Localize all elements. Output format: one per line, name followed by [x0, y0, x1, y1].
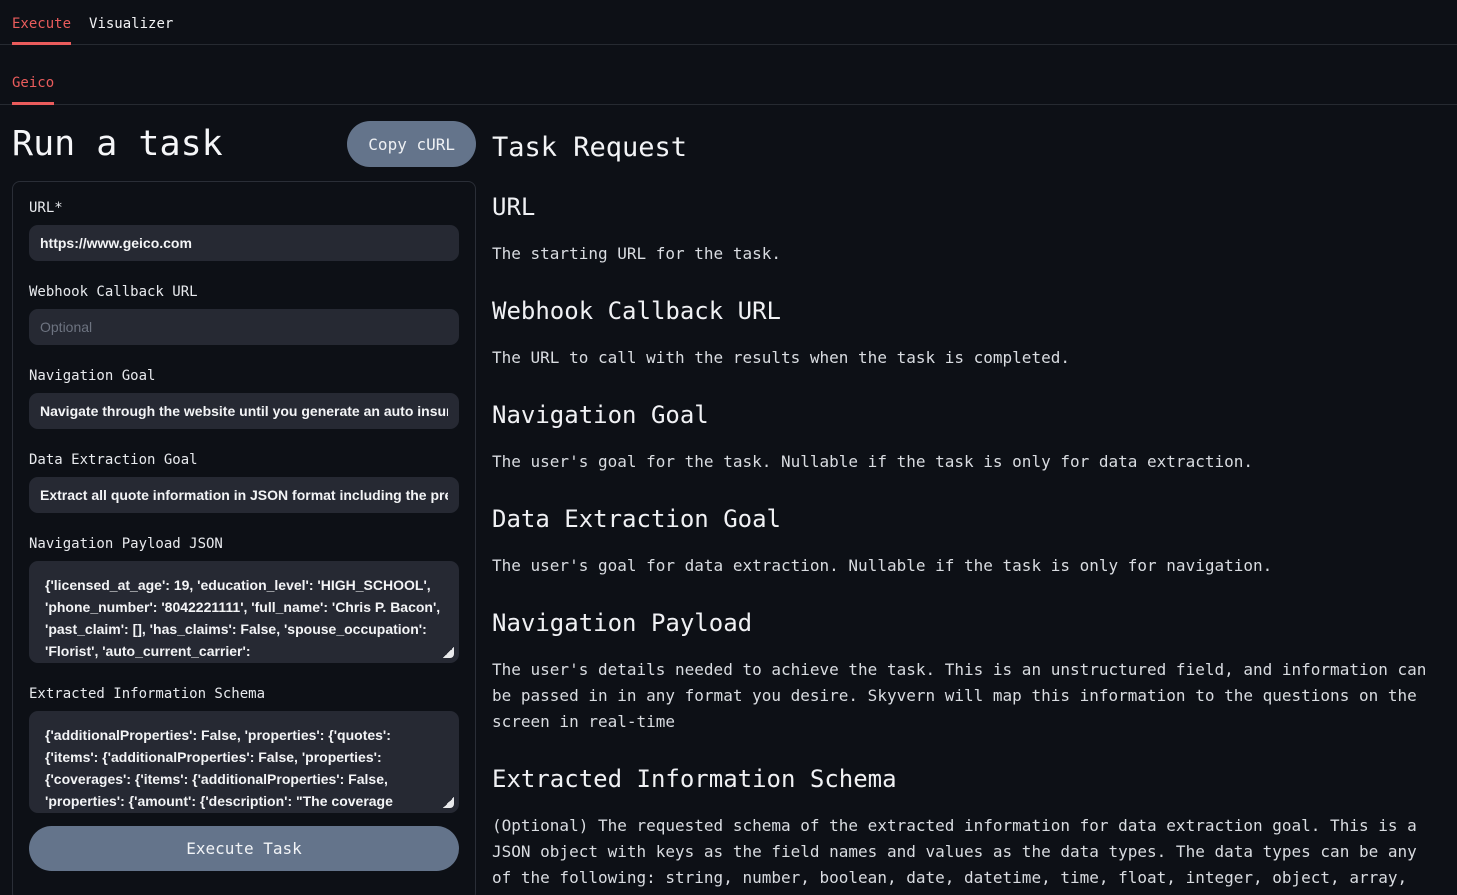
data-extraction-goal-input[interactable] — [29, 477, 459, 513]
doc-heading-webhook: Webhook Callback URL — [492, 297, 1430, 325]
tab-visualizer[interactable]: Visualizer — [89, 0, 173, 44]
extracted-schema-textarea[interactable]: {'additionalProperties': False, 'propert… — [29, 711, 459, 813]
sub-tabbar: Geico — [0, 45, 1457, 105]
doc-body-data-extraction-goal: The user's goal for data extraction. Nul… — [492, 553, 1430, 579]
panel-header: Run a task Copy cURL — [12, 121, 476, 167]
task-request-docs: Task Request URL The starting URL for th… — [492, 105, 1430, 895]
doc-body-url: The starting URL for the task. — [492, 241, 1430, 267]
doc-body-extracted-schema: (Optional) The requested schema of the e… — [492, 813, 1430, 895]
page-body: Run a task Copy cURL URL* Webhook Callba… — [0, 105, 1457, 895]
resize-handle-icon[interactable] — [443, 797, 454, 808]
doc-heading-navigation-goal: Navigation Goal — [492, 401, 1430, 429]
doc-heading-extracted-schema: Extracted Information Schema — [492, 765, 1430, 793]
execute-task-button[interactable]: Execute Task — [29, 826, 459, 871]
url-input[interactable] — [29, 225, 459, 261]
navigation-payload-wrap: {'licensed_at_age': 19, 'education_level… — [29, 561, 459, 663]
navigation-goal-input[interactable] — [29, 393, 459, 429]
task-form-card: URL* Webhook Callback URL Navigation Goa… — [12, 181, 476, 895]
url-label: URL* — [29, 200, 459, 216]
resize-handle-icon[interactable] — [443, 647, 454, 658]
webhook-label: Webhook Callback URL — [29, 284, 459, 300]
doc-heading-data-extraction-goal: Data Extraction Goal — [492, 505, 1430, 533]
doc-heading-navigation-payload: Navigation Payload — [492, 609, 1430, 637]
main-tabbar: Execute Visualizer — [0, 0, 1457, 45]
tab-execute[interactable]: Execute — [12, 0, 71, 44]
doc-body-webhook: The URL to call with the results when th… — [492, 345, 1430, 371]
run-task-panel: Run a task Copy cURL URL* Webhook Callba… — [12, 105, 476, 895]
navigation-goal-label: Navigation Goal — [29, 368, 459, 384]
page-title: Run a task — [12, 124, 223, 164]
copy-curl-button[interactable]: Copy cURL — [347, 121, 476, 167]
navigation-payload-label: Navigation Payload JSON — [29, 536, 459, 552]
tab-geico[interactable]: Geico — [12, 59, 54, 104]
extracted-schema-wrap: {'additionalProperties': False, 'propert… — [29, 711, 459, 813]
navigation-payload-textarea[interactable]: {'licensed_at_age': 19, 'education_level… — [29, 561, 459, 663]
docs-title: Task Request — [492, 133, 1430, 163]
doc-body-navigation-payload: The user's details needed to achieve the… — [492, 657, 1430, 735]
doc-heading-url: URL — [492, 193, 1430, 221]
doc-body-navigation-goal: The user's goal for the task. Nullable i… — [492, 449, 1430, 475]
webhook-input[interactable] — [29, 309, 459, 345]
data-extraction-goal-label: Data Extraction Goal — [29, 452, 459, 468]
extracted-schema-label: Extracted Information Schema — [29, 686, 459, 702]
